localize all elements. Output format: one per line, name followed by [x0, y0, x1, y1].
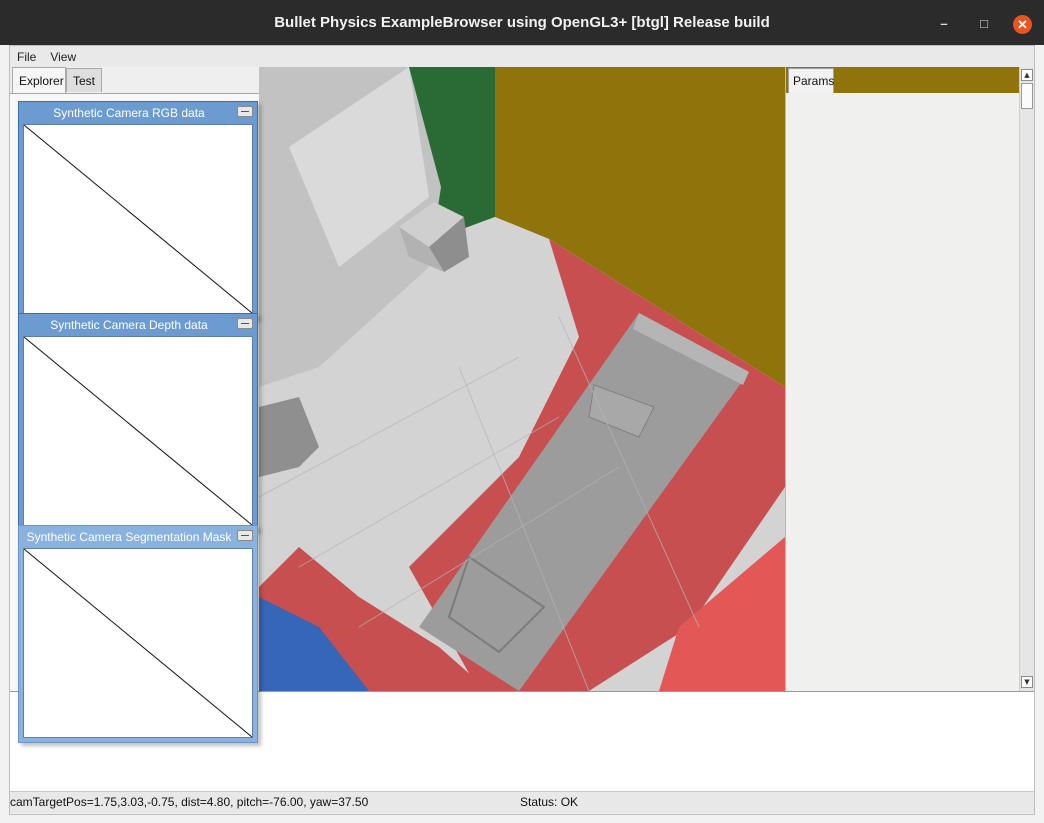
diagonal-line: [24, 549, 252, 737]
minimize-icon[interactable]: [237, 318, 253, 329]
vertical-scrollbar[interactable]: ▲ ▼: [1019, 67, 1034, 691]
camera-window-title[interactable]: Synthetic Camera RGB data: [19, 102, 257, 123]
close-icon[interactable]: ✕: [1013, 15, 1032, 34]
camera-window-depth[interactable]: Synthetic Camera Depth data: [18, 313, 258, 531]
tab-params[interactable]: Params: [788, 68, 834, 93]
camera-window-rgb[interactable]: Synthetic Camera RGB data: [18, 101, 258, 319]
menu-bar: File View: [10, 46, 1034, 67]
camera-image: [23, 336, 253, 526]
camera-image: [23, 124, 253, 314]
diagonal-line: [24, 125, 252, 313]
scroll-down-icon[interactable]: ▼: [1021, 676, 1033, 688]
minimize-icon[interactable]: [237, 106, 253, 117]
params-panel: Params: [785, 67, 1020, 691]
menu-view[interactable]: View: [43, 50, 83, 64]
3d-scene: [259, 67, 785, 691]
3d-viewport[interactable]: [259, 67, 785, 691]
tab-explorer[interactable]: Explorer: [12, 67, 66, 93]
tab-explorer-label: Explorer: [19, 73, 64, 88]
tab-test[interactable]: Test: [66, 68, 102, 92]
camera-window-title-text: Synthetic Camera Depth data: [50, 317, 208, 332]
status-bar: camTargetPos=1.75,3.03,-0.75, dist=4.80,…: [10, 791, 1034, 813]
maximize-icon[interactable]: □: [974, 13, 994, 33]
camera-window-title[interactable]: Synthetic Camera Segmentation Mask: [19, 526, 257, 547]
scroll-thumb[interactable]: [1021, 83, 1033, 109]
tab-params-label: Params: [793, 74, 835, 88]
camera-window-segmentation[interactable]: Synthetic Camera Segmentation Mask: [18, 525, 258, 743]
diagonal-line: [24, 337, 252, 525]
camera-image: [23, 548, 253, 738]
camera-window-title-text: Synthetic Camera RGB data: [53, 105, 205, 120]
tab-test-label: Test: [73, 73, 96, 88]
minimize-icon[interactable]: [237, 530, 253, 541]
camera-window-title[interactable]: Synthetic Camera Depth data: [19, 314, 257, 335]
status-text: Status: OK: [520, 795, 579, 809]
minimize-icon[interactable]: –: [934, 13, 954, 33]
scroll-up-icon[interactable]: ▲: [1021, 69, 1033, 81]
camera-window-title-text: Synthetic Camera Segmentation Mask: [26, 529, 232, 544]
camera-status: camTargetPos=1.75,3.03,-0.75, dist=4.80,…: [10, 795, 369, 809]
title-bar: Bullet Physics ExampleBrowser using Open…: [0, 0, 1044, 45]
menu-file[interactable]: File: [10, 50, 43, 64]
window-title: Bullet Physics ExampleBrowser using Open…: [274, 14, 770, 31]
